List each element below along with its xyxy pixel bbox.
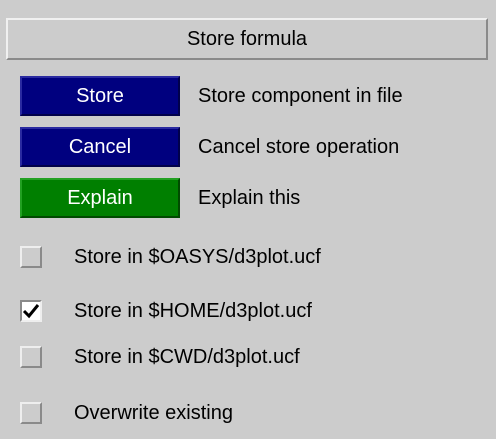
store-home-label: Store in $HOME/d3plot.ucf <box>74 299 312 322</box>
explain-button-description: Explain this <box>198 186 301 209</box>
store-home-checkbox[interactable] <box>20 300 42 322</box>
explain-button[interactable]: Explain <box>20 178 180 218</box>
store-button-label: Store <box>76 84 124 107</box>
store-cwd-checkbox[interactable] <box>20 346 42 368</box>
option-overwrite-existing[interactable]: Overwrite existing <box>20 398 233 428</box>
panel-title-text: Store formula <box>186 27 308 50</box>
explain-button-label: Explain <box>67 186 133 209</box>
cancel-button-description: Cancel store operation <box>198 135 400 158</box>
checkmark-icon <box>22 304 40 319</box>
store-formula-panel: Store formula Store Store component in f… <box>0 0 496 439</box>
store-button[interactable]: Store <box>20 76 180 116</box>
cancel-button[interactable]: Cancel <box>20 127 180 167</box>
store-oasys-label: Store in $OASYS/d3plot.ucf <box>74 245 321 268</box>
store-button-description: Store component in file <box>198 84 403 107</box>
cancel-button-label: Cancel <box>68 135 132 158</box>
overwrite-existing-label: Overwrite existing <box>74 401 233 424</box>
store-cwd-label: Store in $CWD/d3plot.ucf <box>74 345 300 368</box>
overwrite-existing-checkbox[interactable] <box>20 402 42 424</box>
store-oasys-checkbox[interactable] <box>20 246 42 268</box>
option-store-cwd[interactable]: Store in $CWD/d3plot.ucf <box>20 342 300 372</box>
option-store-oasys[interactable]: Store in $OASYS/d3plot.ucf <box>20 242 321 272</box>
option-store-home[interactable]: Store in $HOME/d3plot.ucf <box>20 296 312 326</box>
panel-title: Store formula <box>6 18 488 60</box>
